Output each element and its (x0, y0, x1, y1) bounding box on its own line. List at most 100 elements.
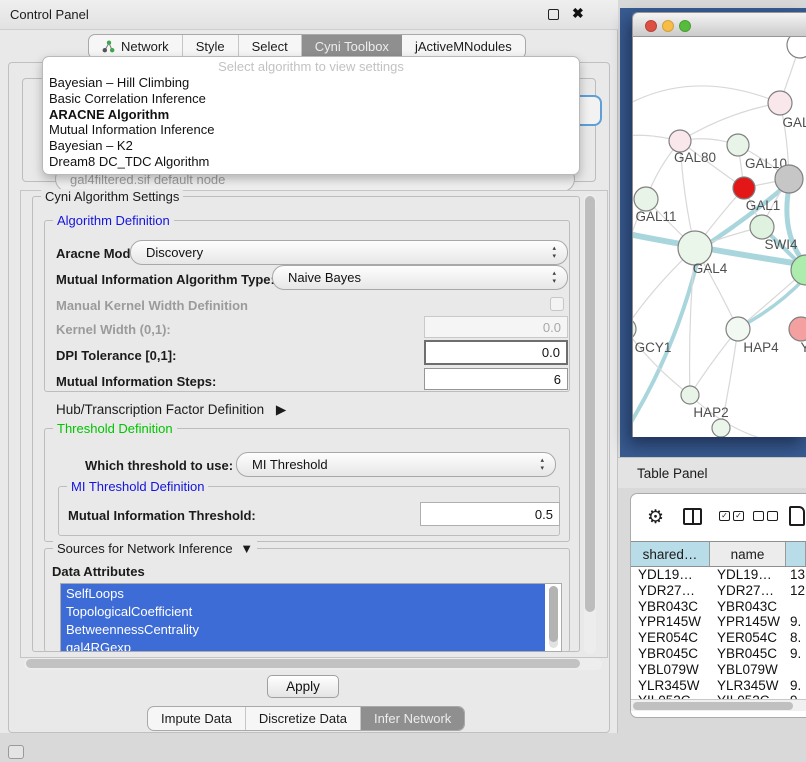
table-header-row: shared… name (631, 541, 806, 567)
tab-cyni-toolbox[interactable]: Cyni Toolbox (302, 35, 402, 58)
select-all-checkboxes-icon[interactable]: ✓✓ (719, 511, 744, 521)
algorithm-dropdown-list[interactable]: Select algorithm to view settings Bayesi… (42, 56, 580, 175)
table-cell: YDR27… (631, 583, 710, 599)
network-edge[interactable] (633, 86, 780, 107)
attribute-item[interactable]: gal4RGexp (61, 638, 545, 652)
which-threshold-label: Which threshold to use: (85, 458, 233, 473)
table-cell: YER054C (710, 630, 786, 646)
table-cell: YBL079W (631, 662, 710, 678)
table-cell: YBR043C (631, 599, 710, 615)
tab-network[interactable]: Network (89, 35, 183, 58)
table-row[interactable]: YBR043CYBR043C (631, 599, 806, 615)
network-window-titlebar[interactable] (632, 12, 806, 37)
table-row[interactable]: YBR045CYBR045C9. (631, 646, 806, 662)
sources-title[interactable]: Sources for Network Inference ▼ (53, 541, 257, 556)
gear-icon[interactable]: ⚙ (647, 506, 664, 529)
settings-horizontal-scrollbar[interactable] (24, 658, 602, 670)
algorithm-option[interactable]: Bayesian – K2 (43, 138, 579, 154)
table-row[interactable]: YER054CYER054C8. (631, 630, 806, 646)
panel-corner-icon[interactable] (8, 745, 24, 759)
table-cell: 13 (786, 567, 806, 583)
algorithm-definition-title: Algorithm Definition (53, 213, 174, 228)
dpi-tolerance-field[interactable]: 0.0 (424, 340, 568, 365)
table-horizontal-scrollbar[interactable] (631, 699, 806, 711)
tab-infer-network[interactable]: Infer Network (361, 707, 464, 730)
mi-algorithm-type-combo[interactable]: Naive Bayes ▴▾ (272, 265, 568, 290)
network-node-label: GAL1 (746, 198, 781, 213)
network-node-y[interactable] (789, 317, 806, 341)
deselect-all-checkboxes-icon[interactable] (753, 511, 778, 521)
algorithm-option[interactable]: Basic Correlation Inference (43, 91, 579, 107)
tab-style[interactable]: Style (183, 35, 239, 58)
mi-steps-field[interactable]: 6 (424, 368, 568, 390)
tab-jactivemnodules[interactable]: jActiveMNodules (402, 35, 525, 58)
network-node-gal1[interactable] (733, 177, 755, 199)
float-window-icon[interactable] (548, 9, 559, 20)
tab-discretize-data[interactable]: Discretize Data (246, 707, 361, 730)
table-cell: YPR145W (710, 614, 786, 630)
network-node[interactable] (775, 165, 803, 193)
network-canvas[interactable]: GALGAL80GAL10GAL1GAL11SWI4GAL4GCY1HAP4YH… (632, 37, 806, 437)
table-cell: YBR045C (710, 646, 786, 662)
table-cell: 9. (786, 678, 806, 694)
table-cell: YLR345W (631, 678, 710, 694)
network-node-hap2[interactable] (681, 386, 699, 404)
zoom-traffic-light-icon[interactable] (679, 20, 691, 32)
network-node-gal80[interactable] (669, 130, 691, 152)
table-cell: YBR043C (710, 599, 786, 615)
column-header-partial[interactable] (786, 542, 806, 566)
table-cell (786, 599, 806, 615)
algorithm-dropdown-placeholder: Select algorithm to view settings (43, 57, 579, 75)
which-threshold-combo[interactable]: MI Threshold ▴▾ (236, 452, 556, 477)
kernel-width-field[interactable]: 0.0 (424, 316, 568, 338)
close-icon[interactable]: ✖ (572, 5, 584, 22)
split-column-icon[interactable] (683, 508, 702, 525)
data-attributes-list[interactable]: SelfLoopsTopologicalCoefficientBetweenne… (60, 583, 562, 652)
combo-stepper-icon: ▴▾ (552, 245, 556, 261)
table-cell: YDR27… (710, 583, 786, 599)
network-node[interactable] (712, 419, 730, 437)
table-row[interactable]: YDR27…YDR27…12 (631, 583, 806, 599)
settings-vertical-scrollbar[interactable] (584, 194, 596, 654)
network-node-hap4[interactable] (726, 317, 750, 341)
algorithm-option[interactable]: ARACNE Algorithm (43, 107, 579, 123)
mi-threshold-field[interactable]: 0.5 (420, 502, 560, 526)
algorithm-option[interactable]: Bayesian – Hill Climbing (43, 75, 579, 91)
table-cell: 12 (786, 583, 806, 599)
network-node-gal10[interactable] (727, 134, 749, 156)
column-header-name[interactable]: name (710, 542, 786, 566)
network-node-gal[interactable] (768, 91, 792, 115)
apply-button[interactable]: Apply (267, 675, 339, 698)
table-row[interactable]: YLR345WYLR345W9. (631, 678, 806, 694)
tab-impute-data[interactable]: Impute Data (148, 707, 246, 730)
network-node-gal4[interactable] (678, 231, 712, 265)
network-node-gal11[interactable] (634, 187, 658, 211)
kernel-width-label: Kernel Width (0,1): (56, 322, 171, 337)
column-header-shared-name[interactable]: shared… (631, 542, 710, 566)
network-node[interactable] (787, 37, 806, 58)
network-edge[interactable] (680, 103, 780, 141)
bottom-tabbar: Impute Data Discretize Data Infer Networ… (147, 706, 465, 731)
network-view-window[interactable]: GALGAL80GAL10GAL1GAL11SWI4GAL4GCY1HAP4YH… (632, 12, 806, 437)
tab-select[interactable]: Select (239, 35, 302, 58)
control-panel-title: Control Panel (10, 7, 89, 22)
hub-tf-definition-toggle[interactable]: Hub/Transcription Factor Definition ▶ (56, 402, 286, 418)
table-row[interactable]: YBL079WYBL079W (631, 662, 806, 678)
attributes-scrollbar[interactable] (549, 586, 558, 648)
attribute-item[interactable]: BetweennessCentrality (61, 620, 545, 638)
table-row[interactable]: YPR145WYPR145W9. (631, 614, 806, 630)
table-cell (786, 662, 806, 678)
aracne-mode-combo[interactable]: Discovery ▴▾ (130, 240, 568, 265)
network-node-gcy1[interactable] (633, 318, 636, 340)
page-icon[interactable] (789, 506, 805, 526)
network-node-swi4[interactable] (750, 215, 774, 239)
table-row[interactable]: YDL19…YDL19…13 (631, 567, 806, 583)
algorithm-option[interactable]: Dream8 DC_TDC Algorithm (43, 154, 579, 170)
manual-kernel-width-checkbox[interactable] (550, 297, 564, 311)
attribute-item[interactable]: TopologicalCoefficient (61, 602, 545, 620)
attribute-item[interactable]: SelfLoops (61, 584, 545, 602)
algorithm-option[interactable]: Mutual Information Inference (43, 122, 579, 138)
close-traffic-light-icon[interactable] (645, 20, 657, 32)
minimize-traffic-light-icon[interactable] (662, 20, 674, 32)
manual-kernel-width-label: Manual Kernel Width Definition (56, 298, 248, 313)
